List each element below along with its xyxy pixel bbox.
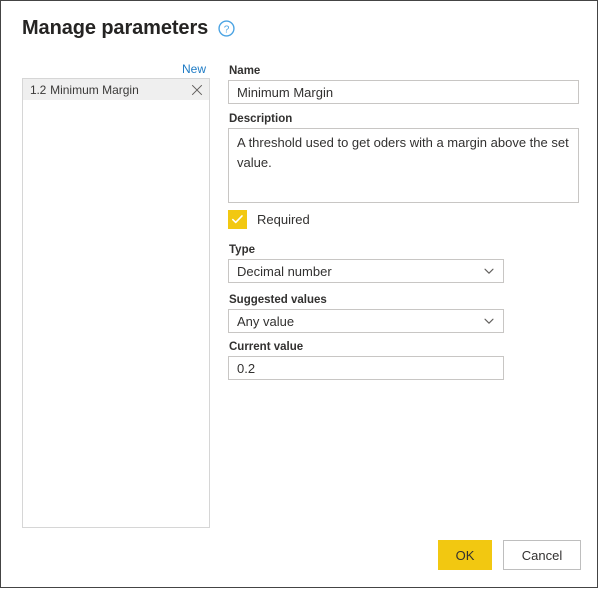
chevron-down-icon: [484, 268, 494, 274]
decimal-number-type-icon: 1.2: [30, 82, 47, 97]
required-checkbox[interactable]: [228, 210, 247, 229]
parameters-list: 1.2 Minimum Margin: [22, 78, 210, 528]
svg-text:?: ?: [224, 24, 230, 35]
list-item[interactable]: 1.2 Minimum Margin: [23, 79, 209, 100]
type-dropdown-value: Decimal number: [237, 263, 332, 279]
required-checkbox-row[interactable]: Required: [228, 210, 310, 229]
description-input[interactable]: A threshold used to get oders with a mar…: [228, 128, 579, 203]
suggested-values-label: Suggested values: [229, 294, 327, 306]
new-parameter-link[interactable]: New: [182, 62, 206, 76]
type-dropdown[interactable]: Decimal number: [228, 259, 504, 283]
suggested-values-dropdown[interactable]: Any value: [228, 309, 504, 333]
chevron-down-icon: [484, 318, 494, 324]
required-label: Required: [257, 211, 310, 227]
help-circle-icon[interactable]: ?: [218, 19, 235, 37]
checkmark-icon: [232, 215, 243, 224]
page-title: Manage parameters: [22, 17, 209, 39]
type-label: Type: [229, 244, 255, 256]
dialog-header: Manage parameters ?: [22, 16, 235, 40]
cancel-button[interactable]: Cancel: [503, 540, 581, 570]
name-input[interactable]: [228, 80, 579, 104]
manage-parameters-dialog: Manage parameters ? New 1.2 Minimum Marg…: [0, 0, 598, 588]
list-item-label: Minimum Margin: [50, 82, 139, 97]
description-label: Description: [229, 113, 293, 125]
current-value-input[interactable]: [228, 356, 504, 380]
current-value-label: Current value: [229, 341, 304, 353]
close-icon[interactable]: [191, 84, 203, 96]
name-label: Name: [229, 65, 261, 77]
ok-button[interactable]: OK: [438, 540, 492, 570]
suggested-values-dropdown-value: Any value: [237, 313, 295, 329]
